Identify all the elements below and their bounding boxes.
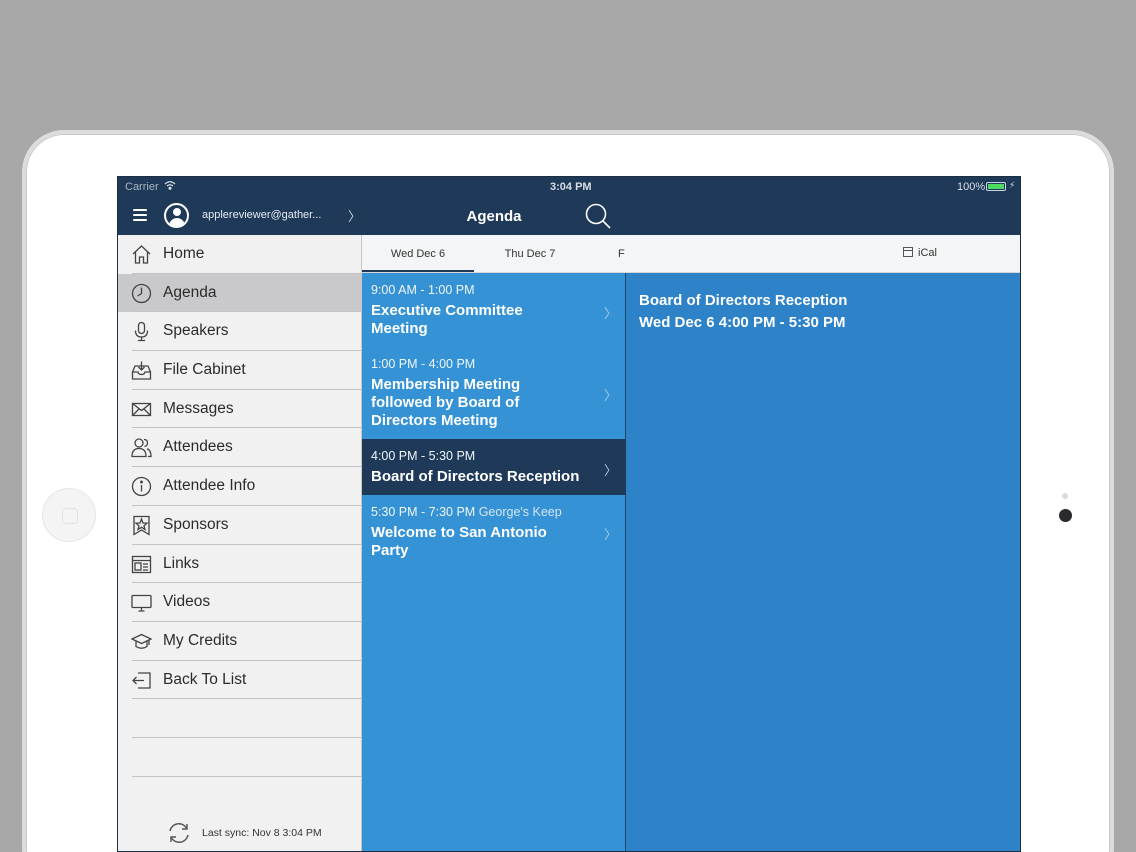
- chevron-right-icon: 〉: [604, 463, 618, 478]
- microphone-icon: [134, 322, 149, 342]
- charging-bolt-icon: ⚡: [1009, 180, 1016, 190]
- last-sync-text: Last sync: Nov 8 3:04 PM: [202, 827, 322, 839]
- info-icon: [131, 476, 152, 497]
- session-detail-datetime: Wed Dec 6 4:00 PM - 5:30 PM: [639, 314, 846, 331]
- tab-wed-dec-6[interactable]: Wed Dec 6: [362, 235, 474, 272]
- empty-row: [118, 738, 362, 777]
- sidebar-item-messages[interactable]: Messages: [118, 390, 362, 429]
- sidebar-item-label: Speakers: [163, 322, 229, 340]
- sidebar-item-label: Home: [163, 245, 205, 262]
- chevron-right-icon[interactable]: 〉: [348, 206, 361, 225]
- home-icon: [132, 245, 151, 264]
- sidebar-item-my-credits[interactable]: My Credits: [118, 622, 362, 661]
- sidebar-item-label: Back To List: [163, 670, 247, 688]
- session-title: Membership Meeting followed by Board of …: [371, 376, 521, 429]
- avatar[interactable]: [164, 203, 189, 228]
- sidebar-item-label: Messages: [163, 399, 234, 417]
- home-button[interactable]: [42, 488, 96, 542]
- sidebar-item-label: My Credits: [163, 631, 238, 649]
- chevron-right-icon: 〉: [604, 388, 618, 403]
- links-icon: [131, 555, 152, 573]
- clock-icon: [131, 283, 152, 303]
- session-item[interactable]: 1:00 PM - 4:00 PM Membership Meeting fol…: [362, 347, 626, 439]
- status-bar: Carrier 3:04 PM 100% ⚡: [118, 177, 1020, 197]
- sidebar-item-videos[interactable]: Videos: [118, 583, 362, 622]
- user-email[interactable]: applereviewer@gather...: [202, 209, 321, 221]
- agenda-panel: Agenda Wed Dec 6 Thu Dec 7 F 9:00 AM - 1…: [362, 177, 626, 851]
- battery-percent: 100%: [957, 181, 986, 193]
- tab-thu-dec-7[interactable]: Thu Dec 7: [474, 235, 586, 272]
- session-time: 5:30 PM - 7:30 PM George's Keep: [371, 505, 562, 519]
- file-cabinet-icon: [131, 361, 152, 380]
- sidebar-item-label: Sponsors: [163, 515, 229, 533]
- agenda-header: Agenda: [362, 197, 626, 235]
- sidebar-item-links[interactable]: Links: [118, 545, 362, 584]
- sidebar-item-back-to-list[interactable]: Back To List: [118, 661, 362, 700]
- sidebar-item-label: Attendee Info: [163, 477, 256, 495]
- monitor-icon: [131, 595, 152, 612]
- hamburger-menu-icon[interactable]: [133, 209, 147, 221]
- sidebar-item-label: File Cabinet: [163, 361, 246, 379]
- sidebar-item-label: Videos: [163, 593, 211, 611]
- session-time: 4:00 PM - 5:30 PM: [371, 449, 476, 463]
- sidebar-nav: Home Agenda Speakers File Cabinet Messag: [118, 235, 362, 777]
- sync-icon[interactable]: [166, 820, 192, 846]
- session-title: Welcome to San Antonio Party: [371, 524, 547, 559]
- ical-label: iCal: [918, 247, 937, 259]
- session-item-selected[interactable]: 4:00 PM - 5:30 PM Board of Directors Rec…: [362, 439, 626, 495]
- sidebar-header: applereviewer@gather... 〉: [118, 197, 362, 235]
- empty-row: [118, 699, 362, 738]
- sidebar-item-label: Links: [163, 554, 200, 572]
- session-item[interactable]: 5:30 PM - 7:30 PM George's Keep Welcome …: [362, 495, 626, 569]
- day-tabs: Wed Dec 6 Thu Dec 7 F: [362, 235, 626, 273]
- sidebar-item-agenda[interactable]: Agenda: [118, 273, 362, 313]
- ipad-camera: [1059, 509, 1072, 522]
- wifi-icon: [164, 180, 176, 193]
- sidebar-item-attendees[interactable]: Attendees: [118, 428, 362, 468]
- ical-button[interactable]: iCal: [903, 247, 937, 259]
- chevron-right-icon: 〉: [604, 527, 618, 542]
- search-icon[interactable]: [584, 202, 612, 230]
- tab-fri[interactable]: F: [618, 235, 626, 272]
- sidebar: applereviewer@gather... 〉 Home Agenda Sp…: [118, 177, 362, 851]
- detail-header: [626, 197, 1020, 235]
- home-button-square: [62, 508, 78, 524]
- sidebar-item-home[interactable]: Home: [118, 235, 362, 274]
- session-time: 9:00 AM - 1:00 PM: [371, 283, 475, 297]
- session-detail-panel: iCal Board of Directors Reception Wed De…: [626, 177, 1020, 851]
- calendar-icon: [903, 247, 913, 257]
- chevron-right-icon: 〉: [604, 306, 618, 321]
- sidebar-item-label: Agenda: [163, 283, 217, 301]
- session-location: George's Keep: [478, 505, 562, 519]
- sidebar-item-file-cabinet[interactable]: File Cabinet: [118, 351, 362, 390]
- session-title: Board of Directors Reception: [371, 468, 580, 485]
- session-item[interactable]: 9:00 AM - 1:00 PM Executive Committee Me…: [362, 273, 626, 347]
- ribbon-star-icon: [133, 515, 150, 536]
- graduation-cap-icon: [131, 633, 152, 649]
- sidebar-item-sponsors[interactable]: Sponsors: [118, 506, 362, 545]
- sidebar-item-label: Attendees: [163, 438, 233, 456]
- people-icon: [131, 438, 152, 458]
- back-arrow-icon: [132, 671, 151, 689]
- sidebar-item-speakers[interactable]: Speakers: [118, 312, 362, 352]
- session-detail-title: Board of Directors Reception: [639, 292, 848, 309]
- carrier-label: Carrier: [125, 181, 159, 193]
- session-list: 9:00 AM - 1:00 PM Executive Committee Me…: [362, 273, 626, 569]
- detail-toolbar: iCal: [626, 235, 1020, 273]
- ipad-sensor: [1062, 493, 1068, 499]
- session-title: Executive Committee Meeting: [371, 302, 523, 337]
- battery-icon: [986, 182, 1006, 191]
- session-time: 1:00 PM - 4:00 PM: [371, 357, 476, 371]
- status-time: 3:04 PM: [550, 181, 592, 193]
- sidebar-item-attendee-info[interactable]: Attendee Info: [118, 467, 362, 506]
- envelope-icon: [131, 402, 152, 416]
- app-screen: applereviewer@gather... 〉 Home Agenda Sp…: [117, 176, 1021, 852]
